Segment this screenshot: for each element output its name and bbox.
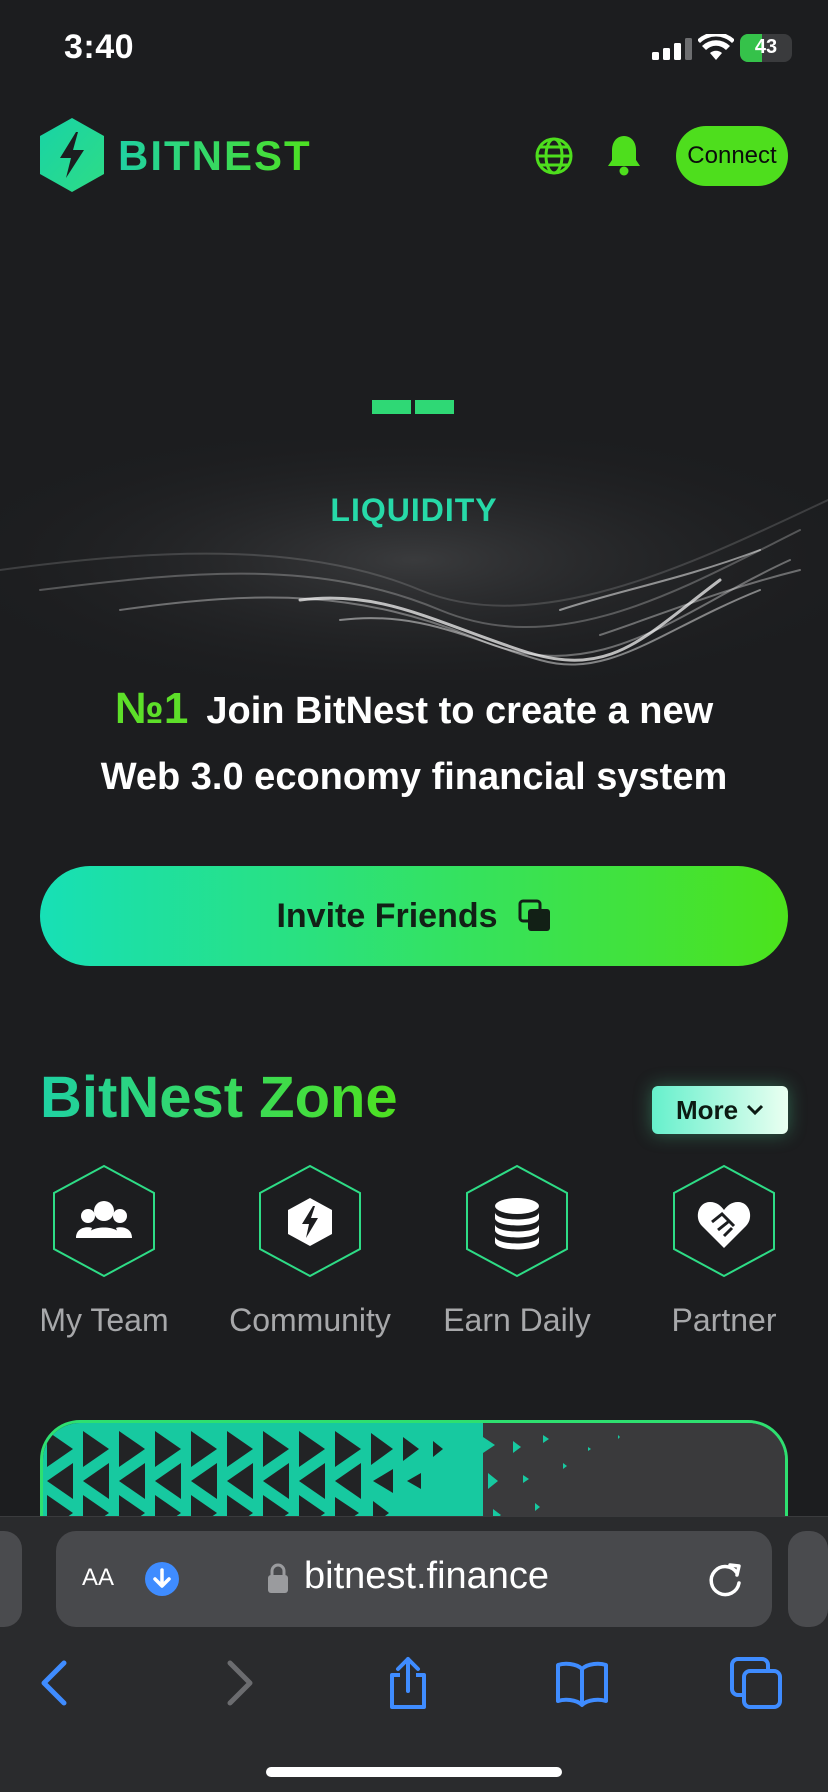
zone-item-earn-daily[interactable]: Earn Daily xyxy=(417,1164,617,1344)
status-bar: 3:40 43 xyxy=(0,0,828,100)
lock-icon xyxy=(268,1563,288,1593)
cellular-signal-icon xyxy=(652,38,692,60)
tagline-line-2: Web 3.0 economy financial system xyxy=(100,756,728,798)
zone-shortcuts: My Team Community Earn Daily Partner xyxy=(0,1164,828,1344)
next-tab-pill[interactable] xyxy=(788,1531,828,1627)
brand-name: BITNEST xyxy=(118,132,312,179)
back-icon[interactable] xyxy=(30,1655,86,1711)
invite-friends-button[interactable]: Invite Friends xyxy=(40,866,788,966)
text-size-button[interactable]: AA xyxy=(82,1555,114,1594)
connect-button[interactable]: Connect xyxy=(676,126,788,186)
tagline-text-1: Join BitNest to create a new xyxy=(206,690,714,732)
bitnest-logo-icon xyxy=(259,1164,361,1278)
hero-label: LIQUIDITY xyxy=(330,492,498,528)
zone-item-community[interactable]: Community xyxy=(210,1164,410,1344)
chevron-down-icon xyxy=(747,1104,764,1116)
tagline: №1 Join BitNest to create a new Web 3.0 e… xyxy=(40,676,788,810)
hero-banner: LIQUIDITY xyxy=(0,360,828,680)
text-size-label: AA xyxy=(82,1564,115,1591)
reload-icon[interactable] xyxy=(706,1559,746,1599)
battery-icon: 43 xyxy=(740,34,792,62)
more-button[interactable]: More xyxy=(652,1086,788,1134)
address-bar[interactable]: AA bitnest.finance xyxy=(56,1531,772,1627)
team-icon xyxy=(53,1164,155,1278)
zone-item-my-team[interactable]: My Team xyxy=(4,1164,204,1344)
app-header: BITNEST Connect xyxy=(0,116,828,196)
download-icon[interactable] xyxy=(144,1561,180,1597)
browser-toolbar: AA bitnest.finance xyxy=(0,1516,828,1792)
zone-item-label: My Team xyxy=(39,1302,169,1338)
handshake-heart-icon xyxy=(673,1164,775,1278)
invite-friends-label: Invite Friends xyxy=(276,896,498,935)
bitnest-page: 3:40 43 BITNEST Connect LIQUIDITY №1 Joi… xyxy=(0,0,828,1792)
home-indicator xyxy=(266,1767,562,1777)
tabs-icon[interactable] xyxy=(728,1655,784,1711)
zone-item-label: Partner xyxy=(671,1302,777,1338)
rank-badge: №1 xyxy=(114,684,189,733)
carousel-dot[interactable] xyxy=(415,400,454,414)
liquidity-waves-graphic xyxy=(0,440,828,680)
zone-item-label: Community xyxy=(229,1302,391,1338)
coins-icon xyxy=(466,1164,568,1278)
zone-title: BitNest Zone xyxy=(40,1065,398,1130)
wifi-icon xyxy=(698,34,734,60)
bookmarks-icon[interactable] xyxy=(554,1655,610,1711)
zone-item-partner[interactable]: Partner xyxy=(624,1164,824,1344)
carousel-dot[interactable] xyxy=(372,400,411,414)
copy-icon xyxy=(518,899,550,931)
bell-icon[interactable] xyxy=(606,134,642,176)
bitnest-logo-icon[interactable] xyxy=(40,118,104,192)
carousel-indicator[interactable] xyxy=(372,400,454,414)
forward-icon[interactable] xyxy=(208,1655,264,1711)
more-label: More xyxy=(675,1094,739,1125)
share-icon[interactable] xyxy=(380,1655,436,1711)
tagline-line-1: №1 Join BitNest to create a new xyxy=(40,676,788,744)
previous-tab-pill[interactable] xyxy=(0,1531,22,1627)
zone-item-label: Earn Daily xyxy=(443,1302,591,1338)
globe-icon[interactable] xyxy=(534,136,574,176)
status-time: 3:40 xyxy=(64,28,135,66)
url-text[interactable]: bitnest.finance xyxy=(304,1555,549,1598)
battery-percent: 43 xyxy=(754,36,778,58)
